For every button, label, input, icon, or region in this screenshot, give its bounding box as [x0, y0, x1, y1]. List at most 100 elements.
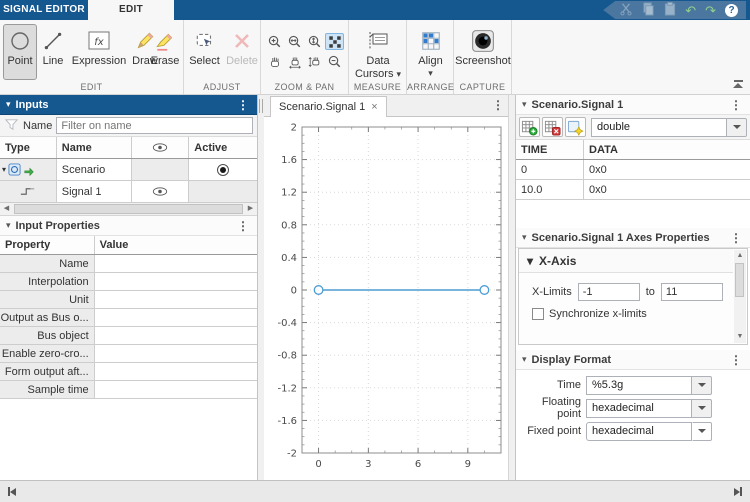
pan-button[interactable]	[265, 53, 284, 70]
collapse-icon[interactable]: ▾	[6, 99, 11, 110]
pan-x-button[interactable]	[285, 53, 304, 70]
filter-funnel-icon[interactable]	[4, 117, 19, 135]
document-tab[interactable]: Scenario.Signal 1 ×	[270, 96, 387, 117]
panel-menu-icon[interactable]: ⋮	[728, 98, 744, 112]
zoom-in-y-button[interactable]	[305, 33, 324, 50]
tab-signal-editor[interactable]: SIGNAL EDITOR	[0, 0, 88, 20]
select-button[interactable]: Select	[186, 24, 223, 80]
close-tab-icon[interactable]: ×	[371, 101, 377, 113]
time-format-value[interactable]: %5.3g	[586, 375, 692, 395]
property-value[interactable]	[95, 345, 257, 362]
collapse-right-panel-button[interactable]	[734, 487, 742, 496]
col-data[interactable]: DATA	[584, 140, 750, 159]
panel-menu-icon[interactable]: ⋮	[728, 231, 744, 245]
scroll-up-icon[interactable]: ▲	[734, 250, 746, 262]
fixed-format-value[interactable]: hexadecimal	[586, 421, 692, 441]
collapse-left-panel-button[interactable]	[8, 487, 16, 496]
data-cell[interactable]: 0x0	[584, 160, 750, 179]
property-value[interactable]	[95, 309, 257, 326]
property-value[interactable]	[95, 327, 257, 344]
input-properties-header[interactable]: ▾ Input Properties ⋮	[0, 216, 257, 236]
redo-icon[interactable]: ↷	[705, 4, 716, 17]
signal-plot[interactable]: 0 3 6 9 -2 -1.6 -1.2 -0.8 -0.4 0 0.4 0.8 1.2 1.6 2	[264, 117, 508, 479]
data-cursors-button[interactable]: Data Cursors ▾	[352, 24, 404, 84]
collapse-icon[interactable]: ▾	[527, 254, 533, 268]
row-active-cell[interactable]	[189, 181, 257, 202]
tab-edit[interactable]: EDIT	[88, 0, 174, 20]
inputs-panel-header[interactable]: ▾ Inputs ⋮	[0, 95, 257, 115]
dropdown-button[interactable]	[692, 375, 712, 395]
axes-v-scrollbar[interactable]: ▲ ▼	[734, 250, 746, 343]
col-property[interactable]: Property	[0, 236, 95, 254]
add-row-button[interactable]	[519, 117, 540, 137]
time-cell[interactable]: 10.0	[516, 180, 584, 199]
scroll-right-icon[interactable]: ▶	[244, 203, 257, 215]
expand-icon[interactable]: ▾	[2, 165, 6, 174]
property-value[interactable]	[95, 291, 257, 308]
scrollbar-thumb[interactable]	[735, 263, 744, 297]
property-row[interactable]: Name	[0, 255, 257, 273]
table-row-scenario[interactable]: ▾ Scenario	[0, 159, 257, 181]
property-value[interactable]	[95, 273, 257, 290]
screenshot-button[interactable]: Screenshot	[454, 24, 512, 80]
delete-button[interactable]: Delete	[224, 24, 260, 80]
row-visibility-cell[interactable]	[132, 181, 190, 202]
display-format-header[interactable]: ▾ Display Format ⋮	[516, 350, 750, 370]
dropdown-button[interactable]	[692, 398, 712, 418]
property-value[interactable]	[95, 381, 257, 398]
x-limit-min-input[interactable]	[577, 283, 640, 301]
data-cell[interactable]: 0x0	[584, 180, 750, 199]
panel-menu-icon[interactable]: ⋮	[235, 98, 251, 112]
floating-format-combo[interactable]: hexadecimal	[586, 398, 712, 418]
panel-menu-icon[interactable]: ⋮	[728, 353, 744, 367]
floating-format-value[interactable]: hexadecimal	[586, 398, 692, 418]
property-row[interactable]: Bus object	[0, 327, 257, 345]
property-row[interactable]: Unit	[0, 291, 257, 309]
collapse-icon[interactable]: ▾	[522, 232, 527, 243]
cut-icon[interactable]	[619, 2, 633, 18]
collapse-icon[interactable]: ▾	[522, 99, 527, 110]
zoom-in-x-button[interactable]	[285, 33, 304, 50]
col-time[interactable]: TIME	[516, 140, 584, 159]
col-type[interactable]: Type	[0, 137, 57, 158]
datatype-dropdown-button[interactable]	[727, 117, 747, 137]
scrollbar-thumb[interactable]	[14, 204, 243, 214]
datatype-value[interactable]: double	[591, 117, 727, 137]
filter-input[interactable]	[56, 117, 253, 134]
time-cell[interactable]: 0	[516, 160, 584, 179]
delete-row-button[interactable]	[542, 117, 563, 137]
fixed-format-combo[interactable]: hexadecimal	[586, 421, 712, 441]
fit-to-view-button[interactable]	[325, 33, 344, 50]
insert-signal-button[interactable]	[565, 117, 586, 137]
collapse-icon[interactable]: ▾	[522, 354, 527, 365]
row-visibility-cell[interactable]	[132, 159, 190, 180]
dropdown-button[interactable]	[692, 421, 712, 441]
time-format-combo[interactable]: %5.3g	[586, 375, 712, 395]
property-value[interactable]	[95, 255, 257, 272]
copy-icon[interactable]	[642, 2, 655, 18]
document-menu-icon[interactable]: ⋮	[490, 98, 506, 112]
property-row[interactable]: Enable zero-cro...	[0, 345, 257, 363]
collapse-icon[interactable]: ▾	[6, 220, 11, 231]
signal-data-header[interactable]: ▾ Scenario.Signal 1 ⋮	[516, 95, 750, 115]
help-icon[interactable]: ?	[725, 3, 738, 17]
undo-icon[interactable]: ↶	[685, 4, 696, 17]
x-limit-max-input[interactable]	[660, 283, 723, 301]
splitter-grip[interactable]	[259, 99, 263, 113]
col-value[interactable]: Value	[94, 236, 257, 254]
row-active-cell[interactable]	[189, 159, 257, 180]
paste-icon[interactable]	[664, 2, 676, 18]
splitter-right[interactable]	[508, 95, 515, 480]
sync-xlimits-checkbox[interactable]	[532, 308, 544, 320]
pan-y-button[interactable]	[305, 53, 324, 70]
signal-table-row[interactable]: 0 0x0	[516, 160, 750, 180]
point-button[interactable]: Point	[3, 24, 37, 80]
col-name[interactable]: Name	[56, 137, 133, 158]
panel-menu-icon[interactable]: ⋮	[235, 219, 251, 233]
collapse-toolstrip-button[interactable]	[732, 80, 744, 90]
axes-properties-header[interactable]: ▾ Scenario.Signal 1 Axes Properties ⋮	[516, 228, 750, 248]
col-visibility[interactable]	[132, 137, 190, 158]
scroll-down-icon[interactable]: ▼	[734, 331, 746, 343]
col-active[interactable]: Active	[189, 137, 257, 158]
property-row[interactable]: Interpolation	[0, 273, 257, 291]
